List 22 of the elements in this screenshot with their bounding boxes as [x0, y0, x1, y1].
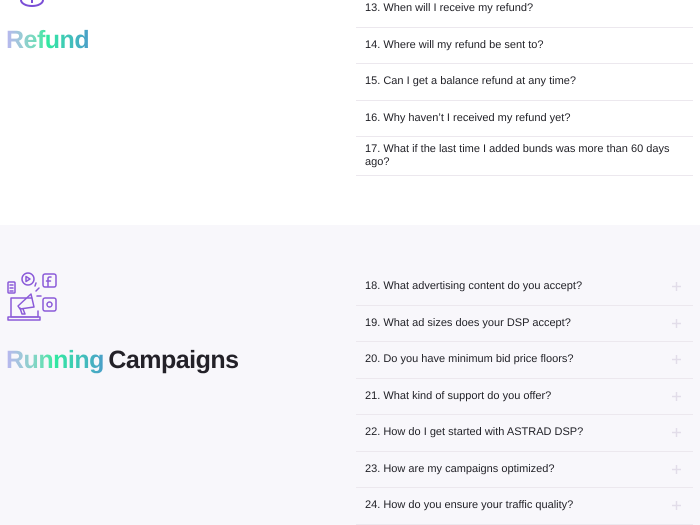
plus-icon[interactable]	[672, 318, 681, 328]
circle-icon	[20, 0, 44, 7]
faq-question[interactable]: 17. What if the last time I added bunds was more than 60 days ago?	[365, 143, 675, 169]
faq-question[interactable]: 23. How are my campaigns optimized?	[365, 462, 555, 476]
plus-icon[interactable]	[672, 501, 681, 510]
faq-question[interactable]: 19. What ad sizes does your DSP accept?	[365, 316, 571, 330]
plus-icon[interactable]	[672, 282, 681, 292]
faq-question[interactable]: 14. Where will my refund be sent to?	[365, 38, 544, 52]
faq-question[interactable]: 16. Why haven’t I received my refund yet?	[365, 112, 570, 125]
section-title: Campaigns	[108, 346, 239, 374]
plus-icon[interactable]	[672, 355, 681, 364]
plus-icon[interactable]	[672, 392, 681, 401]
faq-question[interactable]: 21. What kind of support do you offer?	[365, 390, 552, 403]
faq-question[interactable]: 18. What advertising content do you accept?	[365, 280, 582, 294]
faq-question[interactable]: 13. When will I receive my refund?	[365, 2, 534, 16]
plus-icon[interactable]	[672, 464, 681, 474]
faq-question[interactable]: 22. How do I get started with ASTRAD DSP?	[365, 426, 584, 440]
faq-question[interactable]: 20. Do you have minimum bid price floors?	[365, 353, 574, 366]
plus-icon[interactable]	[672, 428, 681, 438]
megaphone-icon	[6, 272, 58, 324]
faq-question[interactable]: 15. Can I get a balance refund at any time?	[365, 75, 576, 88]
faq-question[interactable]: 24. How do you ensure your traffic quality?	[365, 499, 574, 512]
